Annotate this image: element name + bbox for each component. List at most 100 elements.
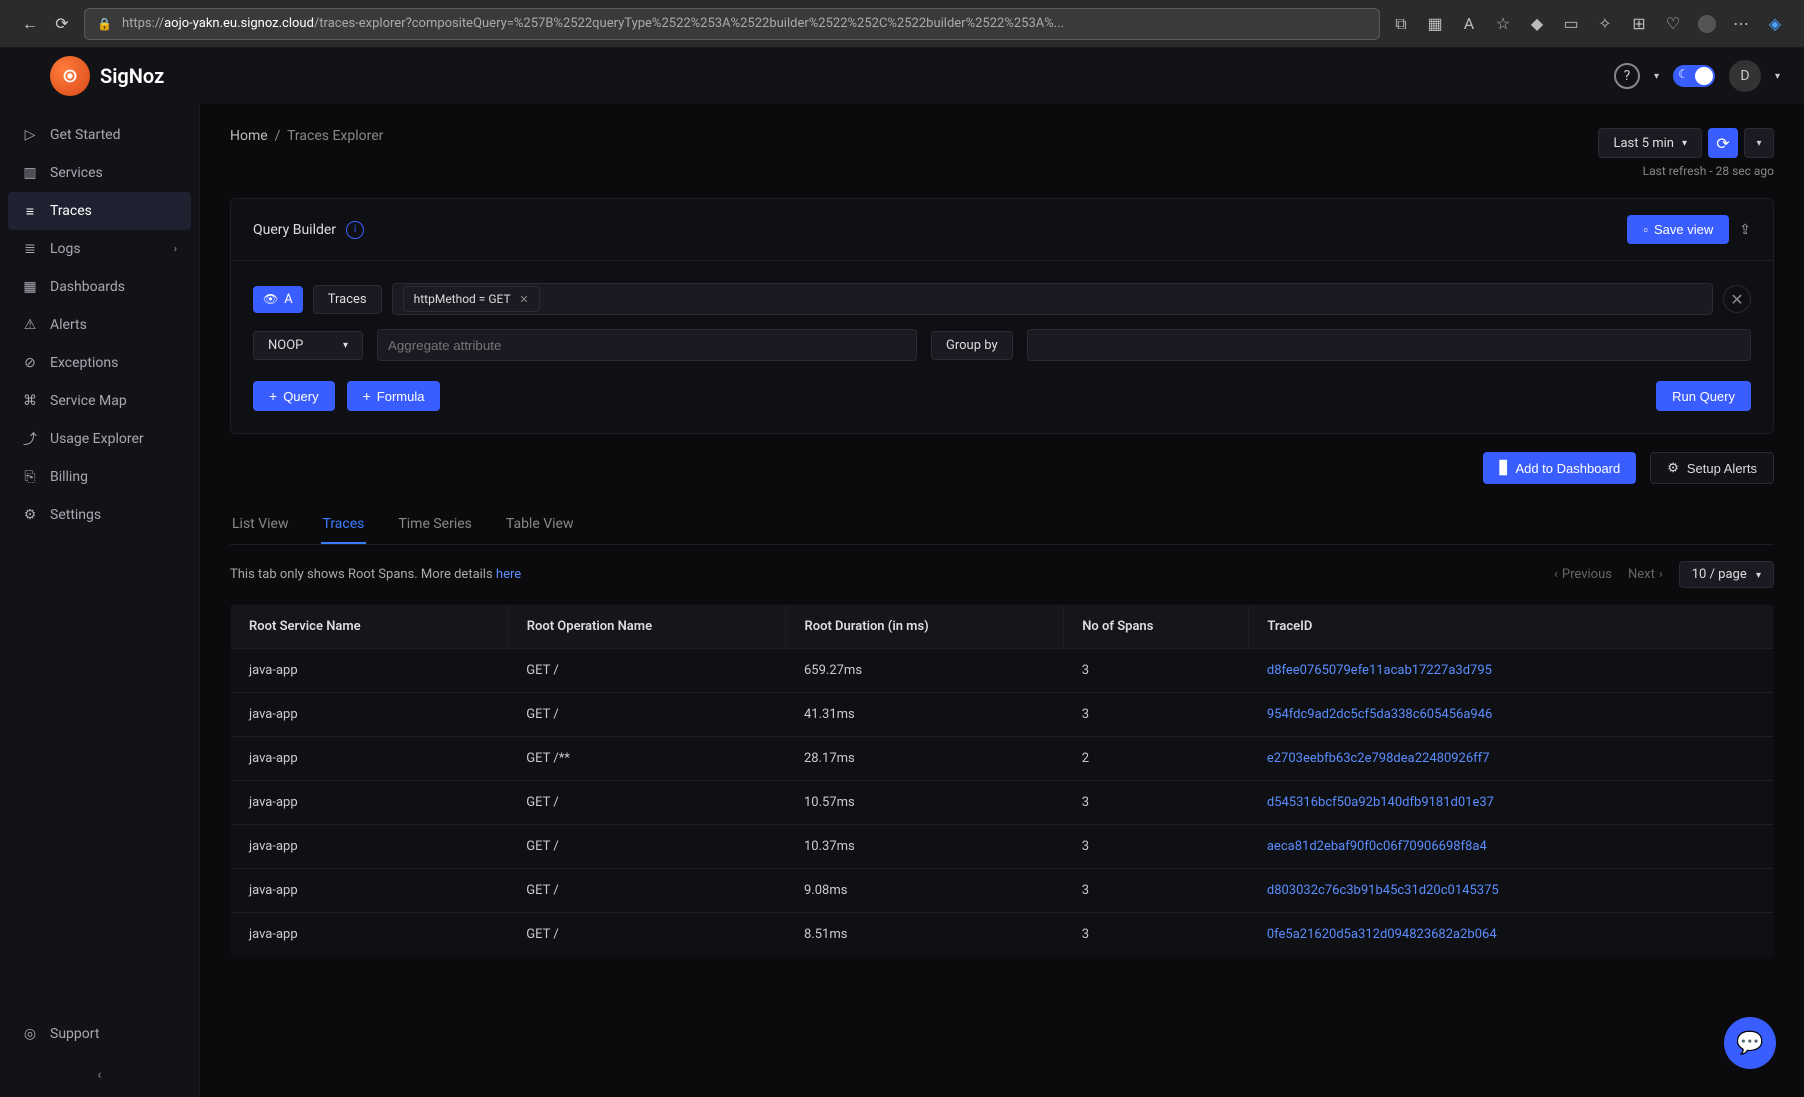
sidebar-item-usage-explorer[interactable]: ⤴ Usage Explorer <box>0 420 199 458</box>
sidebar-item-settings[interactable]: ⚙ Settings <box>0 496 199 534</box>
remove-tag-icon[interactable]: ✕ <box>519 293 528 306</box>
help-dropdown-icon[interactable]: ▾ <box>1654 71 1659 82</box>
run-query-button[interactable]: Run Query <box>1656 381 1751 411</box>
user-dropdown-icon[interactable]: ▾ <box>1775 71 1780 82</box>
cell-traceid[interactable]: e2703eebfb63c2e798dea22480926ff7 <box>1249 737 1774 781</box>
rocket-icon: ▷ <box>22 127 38 143</box>
previous-button[interactable]: ‹ Previous <box>1554 567 1612 582</box>
traces-table: Root Service Name Root Operation Name Ro… <box>230 604 1774 957</box>
heart-icon[interactable]: ♡ <box>1664 15 1682 33</box>
setup-alerts-button[interactable]: ⚙ Setup Alerts <box>1650 452 1774 484</box>
sidebar-item-exceptions[interactable]: ⊘ Exceptions <box>0 344 199 382</box>
cell-traceid[interactable]: aeca81d2ebaf90f0c06f70906698f8a4 <box>1249 825 1774 869</box>
panel-icon[interactable]: ▭ <box>1562 15 1580 33</box>
table-row[interactable]: java-app GET / 8.51ms 3 0fe5a21620d5a312… <box>231 913 1774 957</box>
text-size-icon[interactable]: A <box>1460 15 1478 33</box>
sidebar-item-service-map[interactable]: ⌘ Service Map <box>0 382 199 420</box>
refresh-button[interactable]: ⟳ <box>1708 128 1738 158</box>
table-row[interactable]: java-app GET /** 28.17ms 2 e2703eebfb63c… <box>231 737 1774 781</box>
copilot-icon[interactable]: ◈ <box>1766 15 1784 33</box>
cell-spans: 3 <box>1064 869 1249 913</box>
view-tabs: List View Traces Time Series Table View <box>230 506 1774 545</box>
cell-traceid[interactable]: d803032c76c3b91b45c31d20c0145375 <box>1249 869 1774 913</box>
theme-toggle[interactable] <box>1673 65 1715 87</box>
add-query-button[interactable]: + Query <box>253 381 335 411</box>
more-details-link[interactable]: here <box>496 567 521 582</box>
sidebar-item-billing[interactable]: ⎘ Billing <box>0 458 199 496</box>
table-header-row: Root Service Name Root Operation Name Ro… <box>231 605 1774 649</box>
remove-query-button[interactable]: ✕ <box>1723 285 1751 313</box>
back-icon[interactable]: ← <box>20 14 40 34</box>
sidebar-item-logs[interactable]: ≣ Logs › <box>0 230 199 268</box>
query-builder-title: Query Builder <box>253 222 336 238</box>
filter-input[interactable]: httpMethod = GET ✕ <box>392 283 1713 315</box>
cell-traceid[interactable]: d545316bcf50a92b140dfb9181d01e37 <box>1249 781 1774 825</box>
cell-spans: 2 <box>1064 737 1249 781</box>
support-icon: ◎ <box>22 1026 38 1042</box>
browser-chrome: ← ⟳ 🔒 https://aojo-yakn.eu.signoz.cloud/… <box>0 0 1804 48</box>
breadcrumb-home[interactable]: Home <box>230 128 268 144</box>
logo-mark-icon <box>50 56 90 96</box>
table-row[interactable]: java-app GET / 10.57ms 3 d545316bcf50a92… <box>231 781 1774 825</box>
save-view-button[interactable]: ▫ Save view <box>1627 215 1729 244</box>
cell-operation: GET / <box>508 869 786 913</box>
traces-icon: ≡ <box>22 203 38 219</box>
devices-icon[interactable]: ⧉ <box>1392 15 1410 33</box>
add-to-dashboard-button[interactable]: ▊ Add to Dashboard <box>1483 452 1636 484</box>
sidebar-item-label: Exceptions <box>50 355 118 371</box>
table-row[interactable]: java-app GET / 659.27ms 3 d8fee0765079ef… <box>231 649 1774 693</box>
favorites-icon[interactable]: ✧ <box>1596 15 1614 33</box>
sidebar-item-services[interactable]: ▥ Services <box>0 154 199 192</box>
cell-traceid[interactable]: d8fee0765079efe11acab17227a3d795 <box>1249 649 1774 693</box>
tab-time-series[interactable]: Time Series <box>396 506 473 544</box>
cell-operation: GET / <box>508 825 786 869</box>
tab-table-view[interactable]: Table View <box>504 506 576 544</box>
gear-icon: ⚙ <box>22 507 38 523</box>
tab-list-view[interactable]: List View <box>230 506 291 544</box>
chart-icon: ▊ <box>1499 460 1509 476</box>
cell-traceid[interactable]: 0fe5a21620d5a312d094823682a2b064 <box>1249 913 1774 957</box>
sidebar-collapse[interactable]: ‹ <box>0 1053 199 1097</box>
profile-avatar[interactable] <box>1698 15 1716 33</box>
refresh-icon[interactable]: ⟳ <box>52 14 72 34</box>
aggregate-attribute-input[interactable] <box>377 329 917 361</box>
collections-icon[interactable]: ⊞ <box>1630 15 1648 33</box>
add-formula-button[interactable]: + Formula <box>347 381 441 411</box>
table-row[interactable]: java-app GET / 9.08ms 3 d803032c76c3b91b… <box>231 869 1774 913</box>
star-icon[interactable]: ☆ <box>1494 15 1512 33</box>
data-source-select[interactable]: Traces <box>313 285 382 314</box>
info-icon[interactable]: i <box>346 221 364 239</box>
bars-icon: ▥ <box>22 165 38 181</box>
time-range-select[interactable]: Last 5 min ▾ <box>1598 128 1702 158</box>
table-row[interactable]: java-app GET / 10.37ms 3 aeca81d2ebaf90f… <box>231 825 1774 869</box>
group-by-label: Group by <box>931 331 1013 360</box>
sidebar-item-dashboards[interactable]: ▦ Dashboards <box>0 268 199 306</box>
sidebar-item-support[interactable]: ◎ Support <box>0 1015 199 1053</box>
next-button[interactable]: Next › <box>1628 567 1663 582</box>
help-icon[interactable]: ? <box>1614 63 1640 89</box>
group-by-input[interactable] <box>1027 329 1751 361</box>
refresh-interval-button[interactable]: ▾ <box>1744 128 1774 158</box>
user-avatar[interactable]: D <box>1729 60 1761 92</box>
logo[interactable]: SigNoz <box>50 56 164 96</box>
sidebar-item-label: Get Started <box>50 127 121 143</box>
share-icon[interactable]: ⇪ <box>1739 222 1751 238</box>
query-badge[interactable]: 👁 A <box>253 286 303 313</box>
extension1-icon[interactable]: ◆ <box>1528 15 1546 33</box>
sidebar-item-get-started[interactable]: ▷ Get Started <box>0 116 199 154</box>
url-bar[interactable]: 🔒 https://aojo-yakn.eu.signoz.cloud/trac… <box>84 8 1380 40</box>
sidebar-item-traces[interactable]: ≡ Traces <box>8 192 191 230</box>
chat-button[interactable]: 💬 <box>1724 1017 1776 1069</box>
page-size-select[interactable]: 10 / page ▾ <box>1679 561 1774 588</box>
sidebar-item-alerts[interactable]: ⚠ Alerts <box>0 306 199 344</box>
exceptions-icon: ⊘ <box>22 355 38 371</box>
col-traceid: TraceID <box>1249 605 1774 649</box>
filter-tag[interactable]: httpMethod = GET ✕ <box>403 286 540 312</box>
cell-traceid[interactable]: 954fdc9ad2dc5cf5da338c605456a946 <box>1249 693 1774 737</box>
table-row[interactable]: java-app GET / 41.31ms 3 954fdc9ad2dc5cf… <box>231 693 1774 737</box>
more-icon[interactable]: ⋯ <box>1732 15 1750 33</box>
grid-icon[interactable]: ▦ <box>1426 15 1444 33</box>
aggregation-select[interactable]: NOOP ▾ <box>253 331 363 360</box>
tab-traces[interactable]: Traces <box>321 506 367 544</box>
cell-duration: 8.51ms <box>786 913 1064 957</box>
